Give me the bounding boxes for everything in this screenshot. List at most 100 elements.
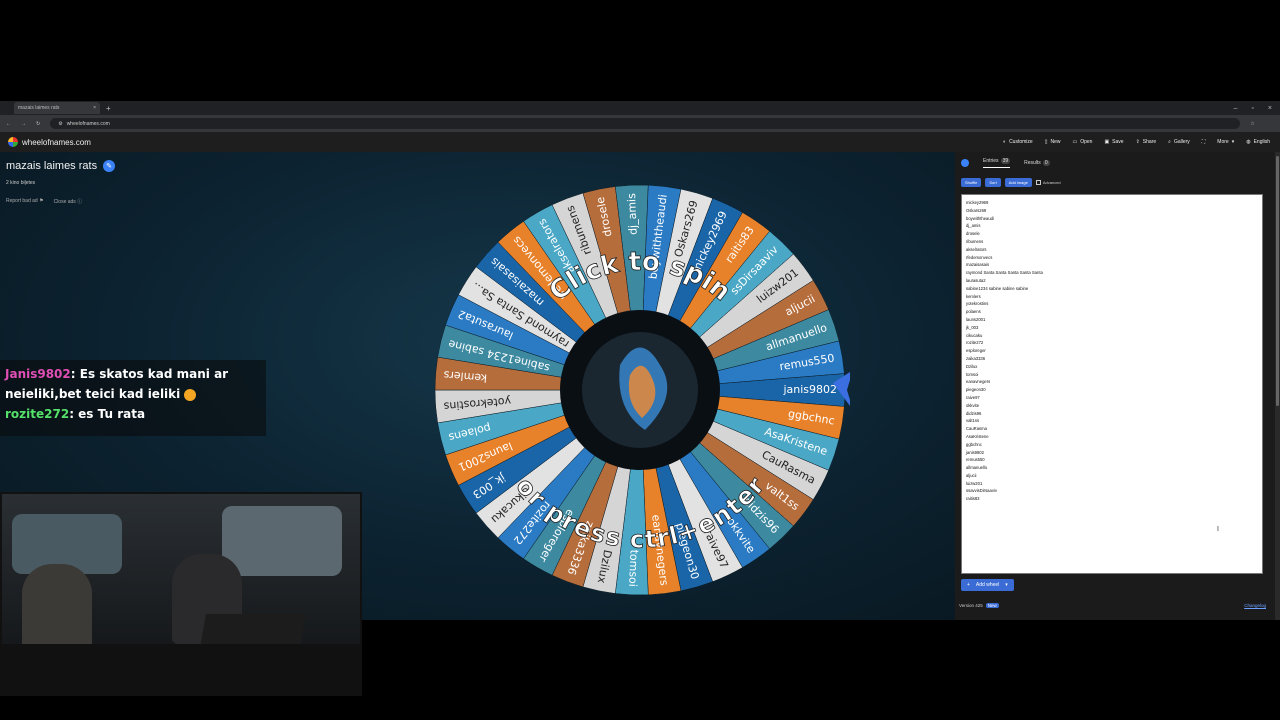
add-wheel-button[interactable]: + Add wheel ▾ [961,579,1014,591]
entry-line: didzis96 [966,410,982,416]
forward-icon[interactable]: → [21,121,26,127]
chat-username: rozite272 [5,407,70,421]
entries-count-badge: 39 [1000,158,1011,164]
wheel[interactable]: janis9802ggbchncAsaKristeneCauRasmavalt1… [430,180,850,600]
url-text: wheelofnames.com [66,120,110,127]
close-window-button[interactable]: × [1268,105,1272,112]
entry-line: eanavnegers [966,379,991,385]
menu-more[interactable]: More ▾ [1217,139,1234,145]
entry-line: polaens [966,309,981,315]
bookmark-icon[interactable]: ☆ [1250,121,1254,127]
entry-line: cikucaku [966,332,983,338]
checkbox-icon [1035,180,1041,185]
wheel-segment-label: tomsoi [626,549,640,587]
entry-line: aljucii [966,472,977,478]
entry-line: mickey2969 [966,200,989,205]
sort-button[interactable]: Sort [985,178,1001,187]
stream-chat-overlay: Janis9802: Es skatos kad mani ar neielik… [0,360,266,436]
chat-text: : es Tu rata [69,407,146,421]
wheel-segment-label: janis9802 [782,383,837,396]
entry-line: ribumens [966,238,984,244]
webcam-overlay [0,492,362,696]
entries-textarea[interactable]: mickey2969 Oskars269 boywiththeaudi dj_amis… [961,194,1263,574]
logo-text: wheelofnames.com [22,137,91,147]
logo-icon [8,137,18,147]
add-image-button[interactable]: Add image [1004,178,1032,187]
wheel-subtitle: 2 kino biļetes [6,180,36,186]
entries-toolbar: Shuffle Sort Add image Advanced [955,168,1280,187]
palette-icon: ◐ [1003,139,1007,145]
url-field[interactable]: ⚙ wheelofnames.com [50,118,1241,129]
search-icon: ⌕ [1168,139,1171,145]
entry-line: janis9802 [966,449,984,455]
menu-save[interactable]: ▣ Save [1104,139,1123,145]
entry-line: rozite272 [966,340,984,346]
menu-new[interactable]: ▯ New [1045,139,1061,145]
wheel-title: mazais laimes rats ✎ [6,160,116,172]
entry-line: launs2001 [966,316,986,322]
entry-line: okkvite [966,402,980,408]
address-bar: ← → ↻ ⚙ wheelofnames.com ☆ [0,115,1280,132]
text-cursor-icon: I [1217,526,1219,533]
entries-panel: Entries 39 Results 0 Shuffle Sort Add imag… [955,152,1280,620]
entry-line: raitis83 [966,496,980,502]
scrollbar[interactable] [1275,152,1280,620]
entry-line: drosele [966,231,980,237]
chevron-down-icon[interactable]: ▾ [1005,582,1008,588]
entry-line: Oskars269 [966,207,987,213]
entry-line: jk_003 [966,324,979,330]
entry-line: CauRasma [966,426,987,432]
collapse-panel-icon[interactable] [961,159,969,167]
entry-line: boywiththeaudi [966,215,994,221]
tab-entries[interactable]: Entries 39 [983,158,1011,168]
changelog-link[interactable]: Changelog [1244,603,1266,608]
menu-share[interactable]: ⇪ Share [1136,139,1157,145]
entry-line: mazaisasais [966,262,990,268]
ad-links: Report bad ad ⚑ Close ads ⓘ [6,198,82,205]
site-info-icon[interactable]: ⚙ [58,121,62,127]
menu-gallery[interactable]: ⌕ Gallery [1168,139,1190,145]
minimize-button[interactable]: – [1234,105,1238,112]
entry-line: piegeon30 [966,387,986,393]
close-ads-link[interactable]: Close ads ⓘ [54,198,83,205]
results-count-badge: 0 [1042,160,1050,166]
new-tab-button[interactable]: + [106,104,111,113]
chat-username: Janis9802 [5,367,71,381]
site-header: wheelofnames.com ◐ Customize ▯ New ▭ Open ▣… [0,132,1280,152]
site-logo[interactable]: wheelofnames.com [8,137,91,147]
reload-icon[interactable]: ↻ [36,121,40,127]
tab-results[interactable]: Results 0 [1024,160,1050,166]
plus-icon: + [967,582,970,588]
entry-line: rfedemonvecs [966,254,993,260]
close-tab-icon[interactable]: × [93,105,96,111]
shuffle-button[interactable]: Shuffle [961,178,982,187]
edit-title-icon[interactable]: ✎ [103,160,116,172]
browser-tab[interactable]: mazais laimes rats × [14,102,100,114]
menu-language[interactable]: ◍ English [1246,139,1270,145]
back-icon[interactable]: ← [6,121,11,127]
entry-line: dj_amis [966,223,981,229]
entry-line: ssavvisDirsaaviv [966,488,997,494]
new-badge: New [985,603,999,608]
maximize-button[interactable]: ▫ [1251,105,1253,112]
entry-line: raive97 [966,394,980,400]
globe-icon: ◍ [1246,139,1251,145]
chevron-down-icon: ▾ [1231,139,1235,145]
entry-line: sabine1234 sabine sabine sabine [966,285,1029,291]
info-icon: ⓘ [77,199,83,205]
entry-line: zaika3336 [966,355,986,361]
emoji-icon [184,388,197,401]
scrollbar-thumb[interactable] [1276,156,1279,406]
menu-customize[interactable]: ◐ Customize [1003,139,1033,145]
share-icon: ⇪ [1135,139,1140,145]
entry-line: akselrators [966,246,987,252]
fullscreen-icon[interactable]: ⛶ [1202,139,1206,145]
report-ad-link[interactable]: Report bad ad ⚑ [6,198,44,205]
menu-open[interactable]: ▭ Open [1072,139,1092,145]
open-icon: ▭ [1072,139,1078,145]
chat-message: rozite272: es Tu rata [5,404,261,424]
entry-line: kemlers [966,293,981,299]
advanced-checkbox[interactable]: Advanced [1035,180,1061,185]
entry-line: laurasuta2 [966,277,986,283]
entry-line: valt1ss [966,418,980,424]
